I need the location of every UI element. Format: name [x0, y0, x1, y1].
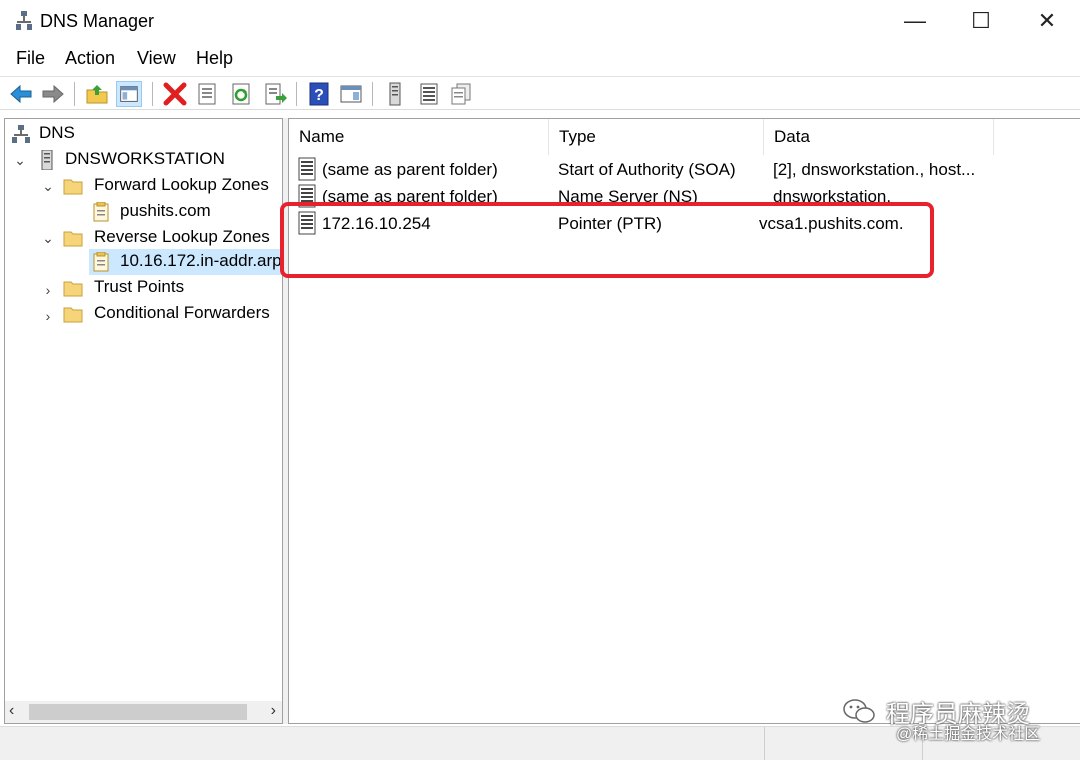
column-header-type[interactable]: Type — [549, 119, 764, 155]
folder-icon — [63, 179, 83, 195]
tree-label-conditional-forwarders: Conditional Forwarders — [94, 303, 270, 322]
expand-conditional-forwarders-icon[interactable]: › — [41, 309, 55, 323]
svg-text:?: ? — [314, 87, 324, 104]
tree-label-reverse-zone: 10.16.172.in-addr.arp — [120, 251, 282, 270]
expand-server-icon[interactable]: ⌄ — [13, 153, 27, 167]
tree-label-forward-lookup-zones: Forward Lookup Zones — [94, 175, 269, 194]
watermark-community: @稀土掘金技术社区 — [896, 726, 1041, 743]
record-list-icon[interactable] — [416, 81, 442, 107]
zone-icon — [93, 252, 109, 272]
red-annotation-box — [280, 202, 934, 278]
minimize-button[interactable]: — — [882, 0, 948, 42]
folder-icon — [63, 231, 83, 247]
toolbar-separator — [372, 82, 373, 106]
column-header-data[interactable]: Data — [764, 119, 994, 155]
column-type-label: Type — [559, 127, 596, 146]
menu-bar: File Action View Help — [0, 44, 1080, 74]
tree-label-server: DNSWORKSTATION — [65, 149, 225, 168]
up-folder-icon[interactable] — [84, 81, 110, 107]
tree-horizontal-scrollbar[interactable]: ‹ › — [5, 701, 282, 723]
dns-icon — [12, 125, 30, 143]
export-list-icon[interactable] — [262, 81, 288, 107]
wechat-icon — [843, 699, 875, 723]
watermark: 程序员麻辣烫 @稀土掘金技术社区 — [842, 694, 1072, 743]
tree-label-pushits-zone: pushits.com — [120, 201, 211, 220]
show-hide-console-tree-icon[interactable] — [116, 81, 142, 107]
expand-trust-points-icon[interactable]: › — [41, 283, 55, 297]
toolbar: ? — [0, 76, 1080, 110]
properties-icon[interactable] — [194, 81, 220, 107]
maximize-icon: ☐ — [971, 8, 991, 33]
tree-label-reverse-lookup-zones: Reverse Lookup Zones — [94, 227, 270, 246]
menu-view[interactable]: View — [137, 48, 176, 69]
record-type: Start of Authority (SOA) — [558, 160, 736, 179]
delete-icon[interactable] — [162, 81, 188, 107]
record-icon — [298, 157, 316, 181]
menu-action[interactable]: Action — [65, 48, 115, 69]
column-data-label: Data — [774, 127, 810, 146]
copy-icon[interactable] — [448, 81, 474, 107]
back-arrow-icon[interactable] — [8, 81, 34, 107]
server-icon[interactable] — [382, 81, 408, 107]
scroll-right-icon[interactable]: › — [271, 702, 276, 720]
folder-icon — [63, 281, 83, 297]
status-divider — [764, 727, 765, 760]
maximize-button[interactable]: ☐ — [948, 0, 1014, 42]
server-icon — [41, 150, 53, 170]
close-icon: ✕ — [1037, 8, 1057, 33]
help-icon[interactable]: ? — [306, 81, 332, 107]
expand-forward-zones-icon[interactable]: ⌄ — [41, 179, 55, 193]
close-button[interactable]: ✕ — [1014, 0, 1080, 42]
tree-label-trust-points: Trust Points — [94, 277, 185, 296]
refresh-icon[interactable] — [228, 81, 254, 107]
menu-help[interactable]: Help — [196, 48, 233, 69]
column-header-name[interactable]: Name — [289, 119, 549, 155]
dns-manager-app-icon — [16, 11, 32, 30]
scrollbar-thumb[interactable] — [29, 704, 247, 720]
show-action-pane-icon[interactable] — [338, 81, 364, 107]
scroll-left-icon[interactable]: ‹ — [9, 702, 14, 720]
toolbar-separator — [152, 82, 153, 106]
expand-reverse-zones-icon[interactable]: ⌄ — [41, 231, 55, 245]
record-data: [2], dnsworkstation., host... — [773, 160, 976, 179]
window-title: DNS Manager — [40, 11, 155, 31]
forward-arrow-icon[interactable] — [40, 81, 66, 107]
title-bar: DNS Manager — ☐ ✕ — [0, 0, 1080, 42]
tree-label-dns: DNS — [39, 123, 75, 142]
menu-file[interactable]: File — [16, 48, 45, 69]
column-name-label: Name — [299, 127, 345, 146]
zone-icon — [93, 202, 109, 222]
toolbar-separator — [74, 82, 75, 106]
console-tree-pane[interactable]: DNS ⌄ DNSWORKSTATION ⌄ Forward Lookup Zo… — [4, 118, 283, 724]
record-name: (same as parent folder) — [322, 160, 498, 179]
toolbar-separator — [296, 82, 297, 106]
minimize-icon: — — [904, 8, 926, 33]
folder-icon — [63, 307, 83, 323]
